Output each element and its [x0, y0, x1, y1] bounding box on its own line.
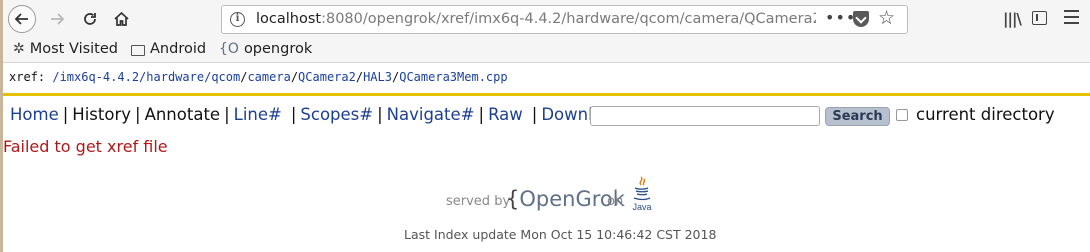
- bookmark-most-visited[interactable]: ✲ Most Visited: [13, 41, 118, 57]
- bookmark-label: opengrok: [243, 41, 313, 57]
- breadcrumb-link-qcom[interactable]: qcom: [211, 70, 240, 84]
- sidebar-icon[interactable]: [1032, 11, 1047, 25]
- page-actions-icon[interactable]: •••: [825, 8, 856, 27]
- home-button[interactable]: [107, 5, 135, 33]
- pocket-icon[interactable]: [853, 11, 869, 27]
- reload-icon: [84, 13, 96, 25]
- url-host: localhost: [256, 11, 322, 27]
- url-bar[interactable]: i localhost:8080/opengrok/xref/imx6q-4.4…: [221, 5, 908, 34]
- breadcrumb-link-file[interactable]: QCamera3Mem.cpp: [399, 70, 507, 84]
- folder-icon: [131, 44, 145, 56]
- breadcrumb-link-camera[interactable]: camera: [247, 70, 290, 84]
- nav-scopes-link[interactable]: Scopes#: [300, 105, 373, 124]
- nav-raw-link[interactable]: Raw: [488, 105, 523, 124]
- page-content: xref: /imx6q-4.4.2/hardware/qcom/camera/…: [3, 63, 1090, 252]
- breadcrumb-link-path[interactable]: /imx6q-4.4.2/hardware/: [52, 70, 211, 84]
- arrow-right-icon: [51, 13, 65, 25]
- served-by-text: served by: [446, 194, 511, 209]
- bookmark-opengrok[interactable]: {O opengrok: [219, 41, 312, 57]
- breadcrumb-prefix: xref:: [9, 70, 53, 84]
- bookmark-android[interactable]: Android: [131, 41, 206, 57]
- error-message: Failed to get xref file: [3, 137, 168, 156]
- header-divider: [3, 93, 1090, 96]
- file-nav-menu: Home | History | Annotate | Line# | Scopes# | Navi…: [10, 105, 623, 124]
- info-icon[interactable]: i: [230, 12, 245, 27]
- nav-home-link[interactable]: Home: [10, 105, 59, 124]
- breadcrumb: xref: /imx6q-4.4.2/hardware/qcom/camera/…: [9, 70, 508, 84]
- java-logo-text: Java: [632, 202, 651, 212]
- nav-separator: |: [377, 105, 383, 124]
- nav-history[interactable]: History: [72, 105, 131, 124]
- nav-separator: |: [290, 105, 297, 124]
- library-icon[interactable]: |||\: [1003, 10, 1022, 28]
- url-path: :8080/opengrok/xref/imx6q-4.4.2/hardware…: [321, 11, 816, 27]
- reload-button[interactable]: [76, 5, 104, 33]
- java-logo-icon[interactable]: Java: [630, 175, 654, 215]
- nav-annotate[interactable]: Annotate: [145, 105, 221, 124]
- bookmarks-bar: ✲ Most Visited Android {O opengrok: [3, 40, 1090, 63]
- opengrok-icon: {O: [219, 41, 239, 57]
- breadcrumb-link-hal3[interactable]: HAL3: [363, 70, 392, 84]
- last-index-update: Last Index update Mon Oct 15 10:46:42 CS…: [404, 227, 717, 242]
- url-text[interactable]: localhost:8080/opengrok/xref/imx6q-4.4.2…: [256, 11, 816, 27]
- breadcrumb-separator: /: [290, 70, 299, 84]
- nav-separator: |: [224, 105, 230, 124]
- nav-separator: |: [135, 105, 141, 124]
- nav-navigate-link[interactable]: Navigate#: [387, 105, 475, 124]
- nav-line-link[interactable]: Line#: [234, 105, 282, 124]
- opengrok-logo-brace: {: [506, 187, 520, 211]
- nav-separator: |: [62, 105, 69, 124]
- hamburger-menu-icon[interactable]: [1064, 10, 1079, 28]
- arrow-left-icon: [14, 13, 28, 25]
- home-icon: [113, 11, 129, 26]
- bookmark-label: Android: [150, 41, 207, 57]
- search-input[interactable]: [590, 106, 820, 126]
- search-button[interactable]: Search: [825, 107, 890, 126]
- breadcrumb-link-qcamera2[interactable]: QCamera2: [298, 70, 356, 84]
- forward-button[interactable]: [43, 5, 71, 33]
- breadcrumb-separator: /: [355, 70, 364, 84]
- current-directory-label: current directory: [916, 105, 1055, 124]
- star-icon[interactable]: ☆: [878, 7, 895, 29]
- served-on-text: on: [607, 194, 624, 209]
- bookmark-label: Most Visited: [29, 41, 118, 57]
- nav-separator: |: [478, 105, 485, 124]
- current-directory-checkbox[interactable]: [896, 109, 908, 121]
- browser-toolbar: i localhost:8080/opengrok/xref/imx6q-4.4…: [3, 0, 1090, 40]
- back-button[interactable]: [8, 5, 36, 33]
- gear-icon: ✲: [13, 41, 25, 57]
- nav-separator: |: [531, 105, 538, 124]
